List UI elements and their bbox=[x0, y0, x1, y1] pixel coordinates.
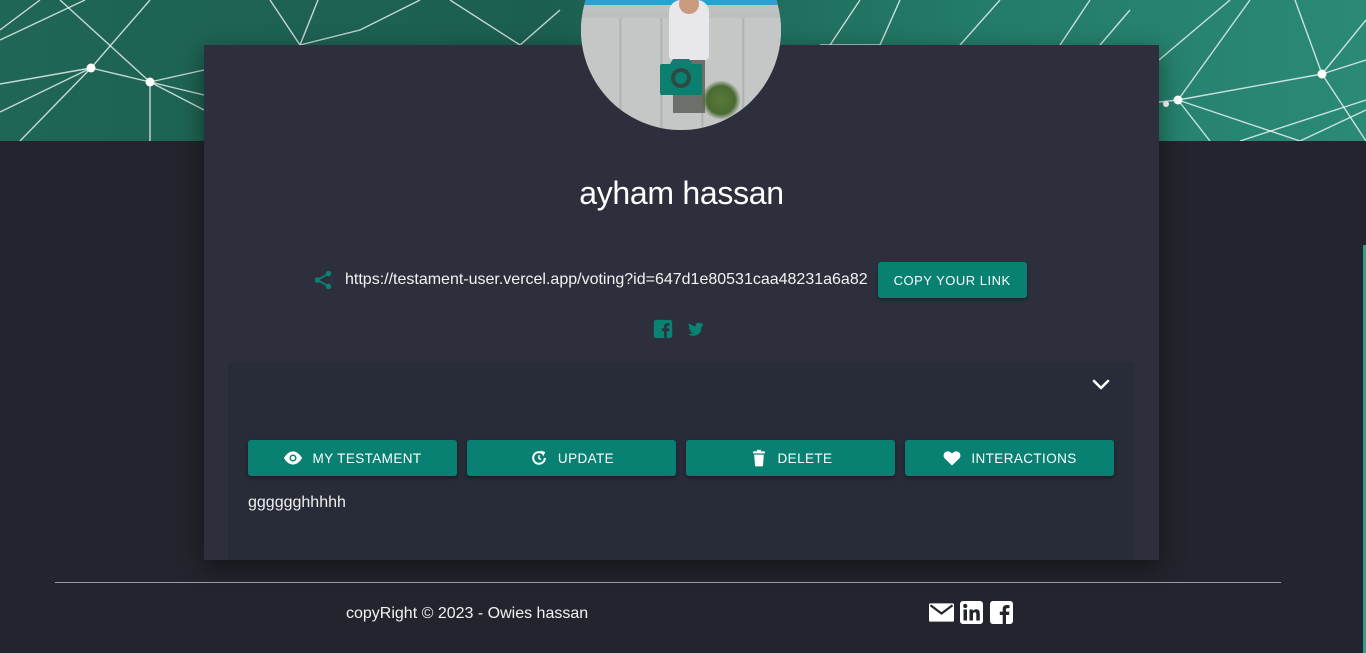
mail-icon[interactable] bbox=[929, 600, 954, 625]
share-link-row: https://testament-user.vercel.app/voting… bbox=[312, 262, 1027, 298]
twitter-icon[interactable] bbox=[687, 319, 709, 341]
my-testament-button[interactable]: MY TESTAMENT bbox=[248, 440, 457, 476]
testament-content: gggggghhhhh bbox=[248, 494, 346, 511]
copy-link-button[interactable]: COPY YOUR LINK bbox=[877, 262, 1027, 298]
share-link-text[interactable]: https://testament-user.vercel.app/voting… bbox=[345, 271, 868, 289]
testament-actions: MY TESTAMENT UPDATE DELETE INTERACTIONS bbox=[248, 440, 1114, 476]
footer-divider bbox=[55, 582, 1281, 583]
interactions-label: INTERACTIONS bbox=[971, 450, 1077, 466]
update-button[interactable]: UPDATE bbox=[467, 440, 676, 476]
profile-name: ayham hassan bbox=[579, 175, 784, 211]
refresh-icon bbox=[532, 450, 546, 465]
delete-button[interactable]: DELETE bbox=[686, 440, 895, 476]
my-testament-label: MY TESTAMENT bbox=[312, 450, 422, 466]
footer-social-links bbox=[929, 600, 1014, 625]
trash-icon bbox=[752, 449, 765, 467]
heart-icon bbox=[943, 451, 961, 466]
linkedin-icon[interactable] bbox=[959, 600, 984, 625]
social-share-row bbox=[653, 319, 709, 341]
eye-icon bbox=[284, 451, 303, 465]
camera-icon[interactable] bbox=[660, 57, 702, 95]
interactions-button[interactable]: INTERACTIONS bbox=[905, 440, 1114, 476]
avatar-plant bbox=[701, 80, 741, 120]
share-icon[interactable] bbox=[312, 269, 334, 291]
footer-copyright: copyRight © 2023 - Owies hassan bbox=[346, 605, 589, 622]
update-label: UPDATE bbox=[557, 450, 615, 466]
facebook-icon[interactable] bbox=[989, 600, 1014, 625]
chevron-down-icon[interactable] bbox=[1089, 373, 1113, 397]
facebook-icon[interactable] bbox=[653, 319, 675, 341]
delete-label: DELETE bbox=[777, 450, 833, 466]
